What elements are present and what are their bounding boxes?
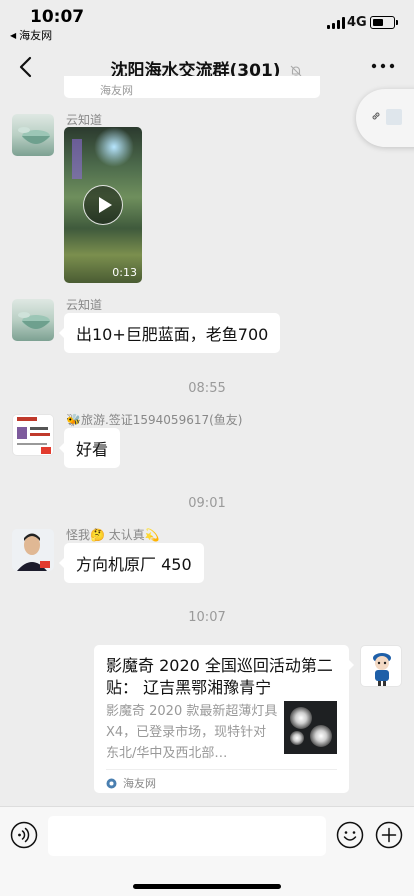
sender-name: 云知道 — [66, 113, 103, 127]
timestamp: 10:07 — [188, 610, 226, 625]
avatar[interactable] — [12, 529, 54, 571]
bowl-avatar-image — [18, 312, 50, 329]
link-card-title: 影魔奇 2020 全国巡回活动第二贴： 辽吉黑鄂湘豫青宁 — [106, 656, 333, 697]
bowl-avatar-image — [18, 127, 50, 144]
message-text: 出10+巨肥蓝面，老鱼700 — [76, 325, 269, 344]
cartoon-avatar-image — [373, 653, 391, 686]
link-card-description: 影魔奇 2020 款最新超薄灯具 X4，已登录市场，现特针对东北/华中及西北部… — [106, 704, 278, 761]
battery-icon — [370, 16, 398, 29]
message-bubble[interactable]: 出10+巨肥蓝面，老鱼700 — [58, 313, 281, 353]
timestamp: 08:55 — [188, 381, 226, 396]
message-bubble[interactable]: 方向机原厂 450 — [59, 543, 204, 583]
link-card-source-label: 海友网 — [123, 777, 156, 790]
status-time: 10:07 — [30, 7, 85, 27]
video-frame-detail — [72, 139, 82, 179]
video-message[interactable]: 0:13 — [64, 127, 142, 283]
message-text: 好看 — [76, 440, 109, 459]
timestamp: 09:01 — [188, 496, 226, 511]
plus-circle-icon[interactable] — [375, 821, 403, 849]
network-type: 4G — [347, 15, 367, 30]
sender-name: 云知道 — [66, 298, 103, 312]
my-avatar[interactable] — [360, 645, 402, 687]
sender-name: 🐝旅游.签证1594059617(鱼友) — [66, 413, 243, 427]
video-duration: 0:13 — [112, 266, 137, 279]
status-bar: 10:07 ◀ 海友网 4G — [0, 0, 414, 46]
sender-name: 怪我🤔 太认真💫 — [66, 528, 160, 542]
link-card-thumbnail — [284, 701, 337, 754]
message-input[interactable] — [48, 816, 326, 856]
previous-link-card[interactable]: 海友网 — [64, 76, 320, 98]
link-card[interactable]: 影魔奇 2020 全国巡回活动第二贴： 辽吉黑鄂湘豫青宁 影魔奇 2020 款最… — [94, 645, 354, 793]
travel-avatar-image — [13, 415, 53, 454]
back-app-label: 海友网 — [19, 29, 53, 42]
emoji-icon[interactable] — [336, 821, 364, 849]
link-card-source: 海友网 — [106, 775, 156, 791]
card-divider — [106, 769, 337, 770]
back-to-app-link[interactable]: ◀ 海友网 — [10, 27, 52, 43]
avatar[interactable] — [12, 114, 54, 156]
message-text: 方向机原厂 450 — [76, 555, 192, 574]
ellipsis-icon[interactable] — [368, 56, 398, 76]
home-indicator — [133, 884, 281, 889]
play-icon[interactable] — [83, 185, 123, 225]
link-icon — [372, 112, 380, 120]
person-avatar-image — [12, 529, 54, 571]
previous-card-source: 海友网 — [100, 84, 133, 97]
back-triangle-icon: ◀ — [10, 30, 17, 40]
avatar[interactable] — [12, 299, 54, 341]
floating-link-button[interactable] — [356, 89, 414, 147]
voice-icon[interactable] — [10, 821, 38, 849]
source-compass-icon — [106, 778, 117, 788]
video-frame-light — [94, 127, 134, 167]
signal-icon — [327, 17, 345, 29]
avatar[interactable] — [12, 414, 54, 456]
floating-thumbnail — [386, 109, 402, 125]
message-bubble[interactable]: 好看 — [58, 428, 121, 468]
chat-input-bar — [0, 806, 414, 896]
